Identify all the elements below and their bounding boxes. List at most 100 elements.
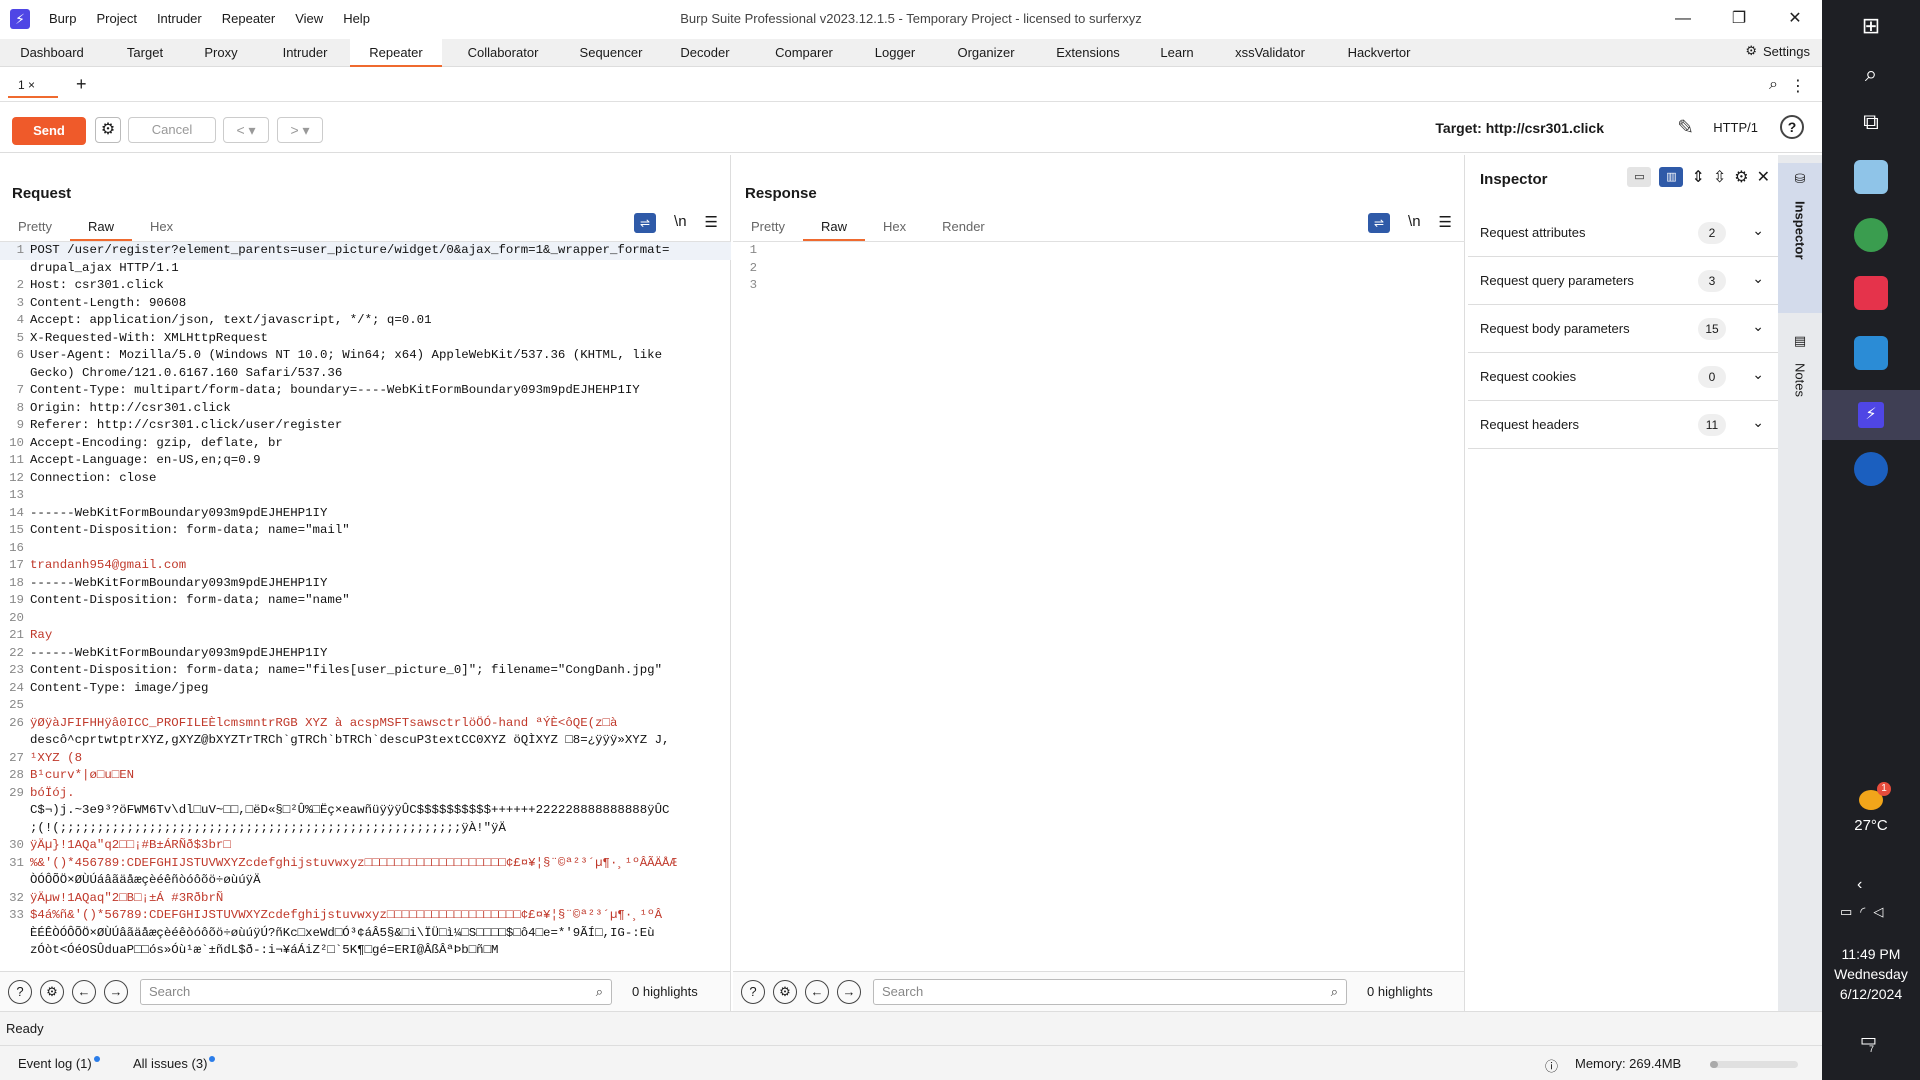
- menu-icon[interactable]: ☰: [1439, 213, 1452, 233]
- tab-learn[interactable]: Learn: [1152, 39, 1202, 67]
- inspector-section[interactable]: Request body parameters 15 ⌄: [1468, 305, 1778, 353]
- request-tab-hex[interactable]: Hex: [132, 215, 191, 241]
- search-icon[interactable]: ⌕: [1849, 52, 1893, 96]
- line-number: 28: [9, 768, 24, 782]
- windows-start-icon[interactable]: ⊞: [1849, 4, 1893, 48]
- tab-logger[interactable]: Logger: [865, 39, 925, 67]
- tab-repeater[interactable]: Repeater: [350, 39, 442, 67]
- inspector-section[interactable]: Request query parameters 3 ⌄: [1468, 257, 1778, 305]
- repeater-tabs: 1 × + ⌕ ⋮: [0, 68, 1822, 102]
- request-tab-raw[interactable]: Raw: [69, 215, 132, 241]
- response-editor[interactable]: 1 2 3: [733, 241, 1465, 961]
- chrome-icon[interactable]: [1854, 218, 1888, 252]
- all-issues-link[interactable]: All issues (3): [133, 1056, 216, 1071]
- tab-dashboard[interactable]: Dashboard: [10, 39, 94, 67]
- cancel-button[interactable]: Cancel: [128, 117, 216, 143]
- inspector-title: Inspector: [1480, 171, 1548, 188]
- wifi-icon[interactable]: ◜: [1860, 904, 1865, 920]
- side-tab-notes[interactable]: ▤ Notes: [1778, 325, 1822, 435]
- repeater-tab-1[interactable]: 1 ×: [8, 74, 58, 98]
- volume-icon[interactable]: ◁: [1873, 904, 1883, 920]
- tab-sequencer[interactable]: Sequencer: [570, 39, 652, 67]
- help-icon[interactable]: ?: [1780, 115, 1804, 139]
- request-search-input[interactable]: Search ⌕: [140, 978, 612, 1005]
- minimize-icon[interactable]: —: [1660, 6, 1706, 32]
- line-text: Content-Disposition: form-data; name="ma…: [30, 523, 350, 537]
- forward-button[interactable]: > ▾: [277, 117, 323, 143]
- newline-icon[interactable]: \n: [1408, 213, 1421, 233]
- edit-target-icon[interactable]: ✎: [1677, 115, 1694, 140]
- tab-hackvertor[interactable]: Hackvertor: [1338, 39, 1420, 67]
- line-text: ÈÉÊÒÓÔÕÖ×ØÙÚâãäåæçèéêòóôõö÷øùúÿÚ?ñKc□xeW…: [30, 925, 655, 940]
- settings-button[interactable]: ⚙ Settings: [1745, 43, 1810, 59]
- more-icon[interactable]: ⋮: [1790, 76, 1806, 96]
- request-line: descô^cprtwtptrXYZ,gXYZ@bXYZTrTRCh`gTRCh…: [0, 732, 731, 750]
- inspector-section[interactable]: Request attributes 2 ⌄: [1468, 209, 1778, 257]
- jetbrains-icon[interactable]: [1854, 276, 1888, 310]
- clock[interactable]: 11:49 PM Wednesday 6/12/2024: [1822, 944, 1920, 1004]
- request-line: 25: [0, 697, 731, 715]
- tab-decoder[interactable]: Decoder: [670, 39, 740, 67]
- collapse-all-icon[interactable]: ⇳: [1713, 167, 1726, 187]
- help-icon[interactable]: ?: [741, 979, 765, 1004]
- tab-extensions[interactable]: Extensions: [1050, 39, 1126, 67]
- search-icon[interactable]: ⌕: [1769, 76, 1778, 94]
- http-version[interactable]: HTTP/1: [1713, 120, 1758, 135]
- help-icon[interactable]: ?: [8, 979, 32, 1004]
- line-number: 3: [16, 295, 24, 310]
- tab-xssvalidator[interactable]: xssValidator: [1228, 39, 1312, 67]
- previous-icon[interactable]: ←: [72, 979, 96, 1004]
- line-number: 33: [9, 908, 24, 922]
- line-text: Content-Type: multipart/form-data; bound…: [30, 383, 640, 397]
- event-log-link[interactable]: Event log (1): [18, 1056, 100, 1071]
- task-view-icon[interactable]: ⧉: [1849, 100, 1893, 144]
- expand-all-icon[interactable]: ⇕: [1691, 167, 1704, 187]
- response-tab-hex[interactable]: Hex: [865, 215, 924, 241]
- tab-proxy[interactable]: Proxy: [190, 39, 252, 67]
- app-icon[interactable]: [1854, 160, 1888, 194]
- gear-icon[interactable]: ⚙: [40, 979, 64, 1004]
- close-icon[interactable]: ✕: [1757, 167, 1770, 187]
- response-search-input[interactable]: Search ⌕: [873, 978, 1347, 1005]
- gear-icon[interactable]: ⚙: [773, 979, 797, 1004]
- inspector-section[interactable]: Request headers 11 ⌄: [1468, 401, 1778, 449]
- notifications-icon[interactable]: ▭7: [1860, 1030, 1882, 1054]
- weather-widget[interactable]: 1 27°C: [1822, 782, 1920, 834]
- next-icon[interactable]: →: [837, 979, 861, 1004]
- gear-icon[interactable]: ⚙: [1734, 167, 1748, 187]
- send-settings-icon[interactable]: ⚙: [95, 117, 121, 143]
- newline-icon[interactable]: \n: [674, 213, 687, 233]
- add-tab-icon[interactable]: +: [76, 74, 87, 95]
- count-badge: 2: [1698, 222, 1726, 244]
- restore-icon[interactable]: ❐: [1716, 6, 1762, 32]
- close-icon[interactable]: ✕: [1772, 6, 1818, 32]
- tab-target[interactable]: Target: [110, 39, 180, 67]
- tab-intruder[interactable]: Intruder: [270, 39, 340, 67]
- layout-split-icon[interactable]: ▥: [1659, 167, 1684, 187]
- wrap-lines-icon[interactable]: ⇌: [1368, 213, 1391, 233]
- vmware-icon[interactable]: [1854, 336, 1888, 370]
- inspector-section[interactable]: Request cookies 0 ⌄: [1468, 353, 1778, 401]
- request-editor[interactable]: 1 POST /user/register?element_parents=use…: [0, 241, 731, 961]
- chevron-left-icon[interactable]: ‹: [1857, 876, 1862, 894]
- response-tab-raw[interactable]: Raw: [802, 215, 865, 241]
- previous-icon[interactable]: ←: [805, 979, 829, 1004]
- response-tab-pretty[interactable]: Pretty: [733, 215, 803, 241]
- menu-icon[interactable]: ☰: [705, 213, 718, 233]
- browser-icon[interactable]: [1854, 452, 1888, 486]
- burp-taskbar-item[interactable]: ⚡: [1822, 390, 1920, 440]
- tab-comparer[interactable]: Comparer: [765, 39, 843, 67]
- wrap-lines-icon[interactable]: ⇌: [634, 213, 657, 233]
- request-tab-pretty[interactable]: Pretty: [0, 215, 70, 241]
- line-number: 25: [9, 698, 24, 712]
- next-icon[interactable]: →: [104, 979, 128, 1004]
- battery-icon[interactable]: ▭: [1840, 904, 1852, 920]
- side-tab-inspector[interactable]: ⛁ Inspector: [1778, 163, 1822, 313]
- send-button[interactable]: Send: [12, 117, 86, 145]
- repeater-toolbar: Send ⚙ Cancel < ▾ > ▾ Target: http://csr…: [0, 103, 1822, 153]
- tab-collaborator[interactable]: Collaborator: [455, 39, 551, 67]
- layout-single-icon[interactable]: ▭: [1627, 167, 1652, 187]
- response-tab-render[interactable]: Render: [924, 215, 1003, 241]
- back-button[interactable]: < ▾: [223, 117, 269, 143]
- tab-organizer[interactable]: Organizer: [950, 39, 1022, 67]
